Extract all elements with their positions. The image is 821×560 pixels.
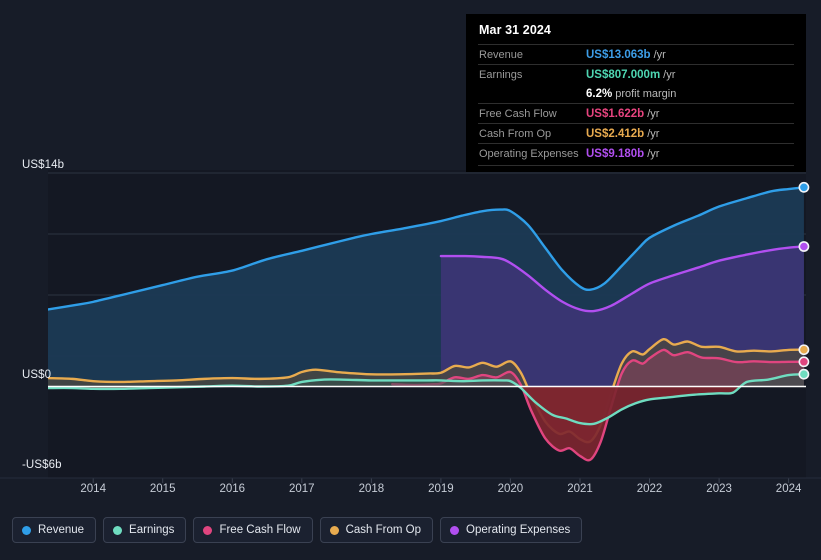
tooltip-row-label: Operating Expenses xyxy=(479,147,579,160)
x-axis-tick-label: 2016 xyxy=(219,483,246,495)
x-axis-tick-label: 2023 xyxy=(706,483,732,495)
legend-color-dot-icon xyxy=(113,525,123,535)
x-axis: 2014 2015 2016 2017 2018 2019 2020 2021 2022 2023… xyxy=(0,483,821,503)
tooltip-row-label: Cash From Op xyxy=(479,127,552,140)
tooltip-row: Free Cash Flow US$1.622b/yr xyxy=(478,103,794,123)
x-axis-tick-label: 2019 xyxy=(428,483,454,495)
tooltip-row-value: US$2.412b/yr xyxy=(586,127,660,140)
legend-color-dot-icon xyxy=(329,525,339,535)
tooltip-row-value: US$807.000m/yr xyxy=(586,68,676,81)
legend-item-label: Free Cash Flow xyxy=(219,524,301,536)
legend-item-label: Earnings xyxy=(129,524,175,536)
data-tooltip: Mar 31 2024 Revenue US$13.063b/yr Earnings… xyxy=(466,14,806,172)
endpoint-marker-operating-expenses xyxy=(798,241,810,252)
legend-color-dot-icon xyxy=(450,525,460,535)
tooltip-row: Earnings US$807.000m/yr xyxy=(478,64,794,84)
tooltip-row: Revenue US$13.063b/yr xyxy=(478,44,794,64)
legend-item-revenue[interactable]: Revenue xyxy=(12,517,97,543)
tooltip-row-value: US$1.622b/yr xyxy=(586,107,660,120)
y-axis-label-zero: US$0 xyxy=(22,369,52,381)
tooltip-row-value: US$13.063b/yr xyxy=(586,48,666,61)
tooltip-row-unit: /yr xyxy=(647,107,660,120)
tooltip-row: 6.2% profit margin xyxy=(478,84,794,103)
x-axis-tick-label: 2014 xyxy=(80,483,106,495)
tooltip-row-value: US$9.180b/yr xyxy=(586,147,660,160)
endpoint-marker-cash-from-op xyxy=(798,344,810,356)
tooltip-row: Operating Expenses US$9.180b/yr xyxy=(478,143,794,163)
tooltip-row-label: Earnings xyxy=(479,68,523,81)
x-axis-tick-label: 2018 xyxy=(358,483,385,495)
tooltip-rows: Revenue US$13.063b/yr Earnings US$807.000m /… xyxy=(478,44,794,163)
legend-item-free-cash-flow[interactable]: Free Cash Flow xyxy=(193,517,313,543)
legend-color-dot-icon xyxy=(22,525,31,535)
x-axis-tick-label: 2024 xyxy=(775,483,802,495)
x-axis-tick-label: 2022 xyxy=(636,483,663,495)
legend-item-earnings[interactable]: Earnings xyxy=(103,517,187,543)
tooltip-row-label: Revenue xyxy=(479,48,524,61)
tooltip-row-unit: /yr xyxy=(647,147,660,160)
x-axis-tick-label: 2021 xyxy=(567,483,593,495)
endpoint-marker-free-cash-flow xyxy=(798,356,810,368)
tooltip-row-unit: /yr xyxy=(663,68,676,81)
x-axis-tick-label: 2017 xyxy=(289,483,315,495)
legend-item-cash-from-op[interactable]: Cash From Op xyxy=(319,517,434,543)
endpoint-marker-revenue xyxy=(798,181,810,193)
legend-item-operating-expenses[interactable]: Operating Expenses xyxy=(440,517,583,543)
tooltip-row-unit: /yr xyxy=(653,48,666,61)
tooltip-row-unit: profit margin xyxy=(615,87,677,100)
y-axis-label-bottom: -US$6b xyxy=(22,459,62,471)
tooltip-date: Mar 31 2024 xyxy=(479,23,551,37)
endpoint-marker-earnings xyxy=(798,368,810,380)
y-axis-label-top: US$14b xyxy=(22,159,65,171)
legend-item-label: Operating Expenses xyxy=(466,524,571,536)
x-axis-tick-label: 2020 xyxy=(497,483,524,495)
tooltip-row-unit: /yr xyxy=(647,127,660,140)
chart-legend[interactable]: Revenue Earnings Free Cash Flow Cash From O… xyxy=(12,517,583,543)
legend-color-dot-icon xyxy=(203,525,213,535)
tooltip-row-value: 6.2% profit margin xyxy=(586,87,677,100)
tooltip-bottom-divider xyxy=(478,165,794,166)
tooltip-row: Cash From Op US$2.412b/yr xyxy=(478,123,794,143)
legend-item-label: Revenue xyxy=(38,524,85,536)
tooltip-row-label: Free Cash Flow xyxy=(479,107,557,120)
x-axis-tick-label: 2015 xyxy=(149,483,176,495)
legend-item-label: Cash From Op xyxy=(345,524,422,536)
